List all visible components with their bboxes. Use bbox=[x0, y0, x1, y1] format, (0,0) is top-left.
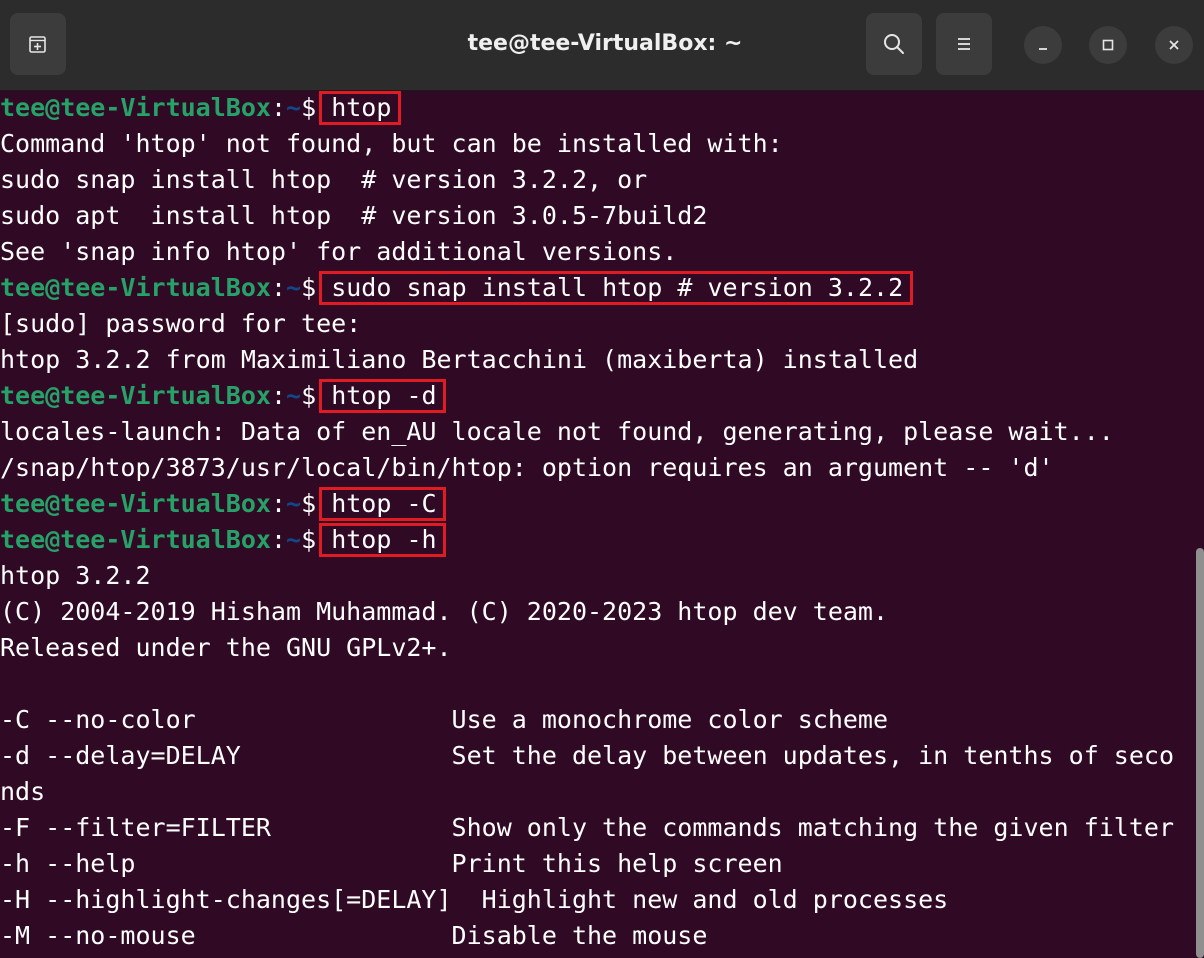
output-line: nds bbox=[0, 777, 46, 806]
prompt-path: ~ bbox=[286, 273, 302, 302]
output-line: See 'snap info htop' for additional vers… bbox=[0, 237, 678, 266]
command-highlight-box bbox=[319, 91, 401, 125]
maximize-icon bbox=[1102, 39, 1114, 51]
output-line: Command 'htop' not found, but can be ins… bbox=[0, 129, 783, 158]
prompt-separator: : bbox=[270, 525, 286, 554]
prompt-line: tee@tee-VirtualBox:~$ htop -d bbox=[0, 378, 1178, 414]
menu-button[interactable] bbox=[936, 13, 992, 75]
prompt-symbol: $ bbox=[301, 273, 317, 302]
output-line: (C) 2004-2019 Hisham Muhammad. (C) 2020-… bbox=[0, 597, 889, 626]
output-line: Released under the GNU GPLv2+. bbox=[0, 633, 452, 662]
search-icon bbox=[884, 34, 904, 54]
output-line: -F --filter=FILTER Show only the command… bbox=[0, 813, 1174, 842]
prompt-line: tee@tee-VirtualBox:~$ htop -C bbox=[0, 486, 1178, 522]
prompt-user: tee@tee-VirtualBox bbox=[0, 381, 271, 410]
command-highlight-box bbox=[319, 487, 446, 521]
command-highlight-box bbox=[319, 271, 913, 305]
hamburger-menu-icon bbox=[958, 38, 970, 50]
close-button[interactable] bbox=[1155, 26, 1193, 64]
prompt-path: ~ bbox=[286, 381, 302, 410]
prompt-path: ~ bbox=[286, 93, 302, 122]
command-highlight-box bbox=[319, 523, 446, 557]
terminal-output[interactable]: tee@tee-VirtualBox:~$ htop Command 'htop'… bbox=[0, 90, 1178, 958]
maximize-button[interactable] bbox=[1089, 26, 1127, 64]
prompt-symbol: $ bbox=[301, 93, 317, 122]
prompt-user: tee@tee-VirtualBox bbox=[0, 525, 271, 554]
output-line: /snap/htop/3873/usr/local/bin/htop: opti… bbox=[0, 453, 1054, 482]
prompt-symbol: $ bbox=[301, 525, 317, 554]
search-button[interactable] bbox=[866, 13, 922, 75]
output-line: htop 3.2.2 bbox=[0, 561, 151, 590]
title-bar[interactable]: tee@tee-VirtualBox: ~ bbox=[0, 0, 1204, 91]
minimize-button[interactable] bbox=[1024, 26, 1062, 64]
prompt-user: tee@tee-VirtualBox bbox=[0, 273, 271, 302]
prompt-separator: : bbox=[270, 93, 286, 122]
close-icon bbox=[1169, 40, 1179, 50]
prompt-separator: : bbox=[270, 489, 286, 518]
prompt-line: tee@tee-VirtualBox:~$ sudo snap install … bbox=[0, 270, 1178, 306]
prompt-separator: : bbox=[270, 381, 286, 410]
output-line: htop 3.2.2 from Maximiliano Bertacchini … bbox=[0, 345, 919, 374]
prompt-line: tee@tee-VirtualBox:~$ htop bbox=[0, 90, 1178, 126]
prompt-line: tee@tee-VirtualBox:~$ htop -h bbox=[0, 522, 1178, 558]
output-line: sudo apt install htop # version 3.0.5-7b… bbox=[0, 201, 708, 230]
new-tab-button[interactable] bbox=[10, 13, 66, 75]
prompt-separator: : bbox=[270, 273, 286, 302]
prompt-path: ~ bbox=[286, 489, 302, 518]
prompt-symbol: $ bbox=[301, 381, 317, 410]
output-line: -M --no-mouse Disable the mouse bbox=[0, 921, 708, 950]
minimize-icon bbox=[1039, 48, 1047, 50]
output-line: sudo snap install htop # version 3.2.2, … bbox=[0, 165, 648, 194]
prompt-user: tee@tee-VirtualBox bbox=[0, 489, 271, 518]
output-line: -d --delay=DELAY Set the delay between u… bbox=[0, 741, 1174, 770]
output-line: [sudo] password for tee: bbox=[0, 309, 362, 338]
output-line: -h --help Print this help screen bbox=[0, 849, 783, 878]
new-tab-icon bbox=[29, 36, 46, 53]
output-line: -H --highlight-changes[=DELAY] Highlight… bbox=[0, 885, 949, 914]
output-line: locales-launch: Data of en_AU locale not… bbox=[0, 417, 1114, 446]
prompt-path: ~ bbox=[286, 525, 302, 554]
window-title: tee@tee-VirtualBox: ~ bbox=[467, 31, 743, 56]
terminal-window: tee@tee-VirtualBox: ~ tee@tee-VirtualBox… bbox=[0, 0, 1204, 958]
scrollbar[interactable] bbox=[1196, 548, 1204, 958]
output-line: -C --no-color Use a monochrome color sch… bbox=[0, 705, 889, 734]
prompt-symbol: $ bbox=[301, 489, 317, 518]
command-highlight-box bbox=[319, 379, 446, 413]
prompt-user: tee@tee-VirtualBox bbox=[0, 93, 271, 122]
